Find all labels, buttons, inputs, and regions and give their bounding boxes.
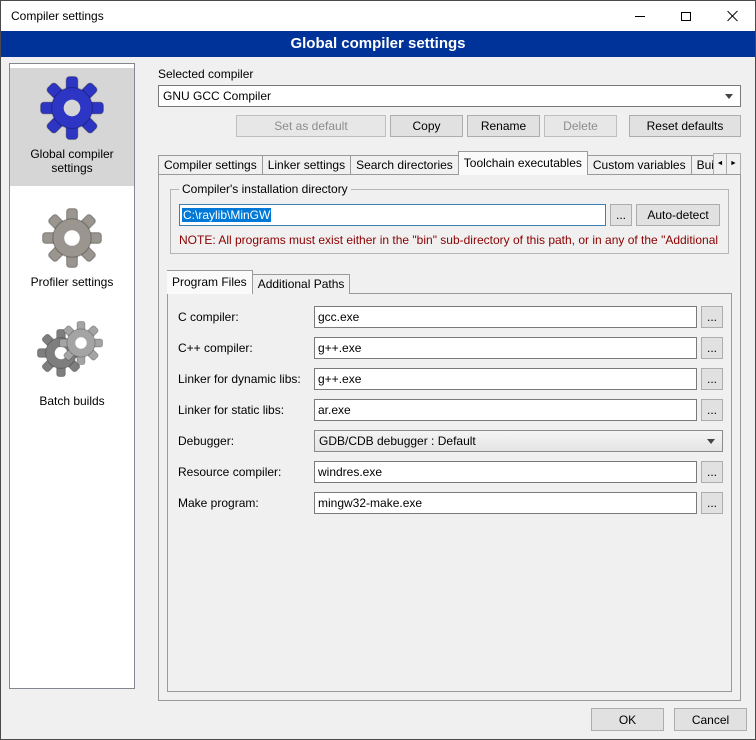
sidebar-item-label: Global compiler settings xyxy=(12,148,132,176)
gears-icon xyxy=(37,321,107,387)
gear-icon xyxy=(40,76,104,140)
sidebar-item-global-compiler-settings[interactable]: Global compiler settings xyxy=(10,68,134,186)
field-row-make-program: Make program: ... xyxy=(178,492,723,514)
dialog-footer: OK Cancel xyxy=(591,708,747,731)
tab-scroll-right-button[interactable]: ► xyxy=(727,153,741,175)
make-program-browse-button[interactable]: ... xyxy=(701,492,723,514)
sidebar-item-batch-builds[interactable]: Batch builds xyxy=(10,313,134,419)
tab-label: Linker settings xyxy=(268,158,345,172)
sidebar-item-profiler-settings[interactable]: Profiler settings xyxy=(10,200,134,300)
tab-linker-settings[interactable]: Linker settings xyxy=(263,155,351,175)
installation-directory-browse-button[interactable]: ... xyxy=(610,204,632,226)
bin-subdirectory-note: NOTE: All programs must exist either in … xyxy=(179,233,720,247)
sidebar-item-label: Batch builds xyxy=(39,395,104,409)
debugger-label: Debugger: xyxy=(178,434,314,448)
tab-program-files[interactable]: Program Files xyxy=(167,270,253,294)
cpp-compiler-input[interactable] xyxy=(314,337,697,359)
field-row-c-compiler: C compiler: ... xyxy=(178,306,723,328)
resource-compiler-input[interactable] xyxy=(314,461,697,483)
window-title: Compiler settings xyxy=(1,9,104,23)
maximize-icon xyxy=(681,12,691,21)
chevron-down-icon xyxy=(725,94,733,99)
resource-compiler-label: Resource compiler: xyxy=(178,465,314,479)
debugger-value: GDB/CDB debugger : Default xyxy=(319,434,707,448)
c-compiler-input[interactable] xyxy=(314,306,697,328)
field-row-cpp-compiler: C++ compiler: ... xyxy=(178,337,723,359)
program-files-tabstrip: Program Files Additional Paths xyxy=(167,270,732,294)
tab-label: Compiler settings xyxy=(164,158,257,172)
linker-static-browse-button[interactable]: ... xyxy=(701,399,723,421)
debugger-dropdown[interactable]: GDB/CDB debugger : Default xyxy=(314,430,723,452)
ok-button[interactable]: OK xyxy=(591,708,664,731)
window-titlebar[interactable]: Compiler settings xyxy=(1,1,755,31)
cpp-compiler-label: C++ compiler: xyxy=(178,341,314,355)
installation-directory-group: Compiler's installation directory C:\ray… xyxy=(170,189,729,254)
dialog-body: Global compiler settings Profiler settin… xyxy=(1,57,755,739)
c-compiler-label: C compiler: xyxy=(178,310,314,324)
selected-compiler-label: Selected compiler xyxy=(158,67,741,81)
close-icon xyxy=(726,10,738,22)
settings-category-sidebar: Global compiler settings Profiler settin… xyxy=(9,63,135,689)
make-program-label: Make program: xyxy=(178,496,314,510)
rename-button[interactable]: Rename xyxy=(467,115,540,137)
cpp-compiler-browse-button[interactable]: ... xyxy=(701,337,723,359)
set-as-default-button[interactable]: Set as default xyxy=(236,115,386,137)
tab-compiler-settings[interactable]: Compiler settings xyxy=(158,155,263,175)
main-panel: Selected compiler GNU GCC Compiler Set a… xyxy=(146,57,749,701)
sidebar-item-label: Profiler settings xyxy=(31,276,114,290)
installation-directory-input[interactable]: C:\raylib\MinGW xyxy=(179,204,606,226)
resource-compiler-browse-button[interactable]: ... xyxy=(701,461,723,483)
tab-label: Search directories xyxy=(356,158,453,172)
chevron-down-icon xyxy=(707,439,715,444)
tab-custom-variables[interactable]: Custom variables xyxy=(588,155,692,175)
minimize-icon xyxy=(635,16,645,17)
tab-scrollers: ◄ ► xyxy=(713,153,741,175)
c-compiler-browse-button[interactable]: ... xyxy=(701,306,723,328)
maximize-button[interactable] xyxy=(663,1,709,31)
minimize-button[interactable] xyxy=(617,1,663,31)
tab-build-options[interactable]: Builc xyxy=(692,155,713,175)
tab-scroll-left-button[interactable]: ◄ xyxy=(713,153,727,175)
tab-additional-paths[interactable]: Additional Paths xyxy=(253,274,351,294)
field-row-linker-static: Linker for static libs: ... xyxy=(178,399,723,421)
selected-compiler-value: GNU GCC Compiler xyxy=(163,89,725,103)
linker-static-input[interactable] xyxy=(314,399,697,421)
linker-static-label: Linker for static libs: xyxy=(178,403,314,417)
field-row-resource-compiler: Resource compiler: ... xyxy=(178,461,723,483)
linker-dynamic-input[interactable] xyxy=(314,368,697,390)
toolchain-executables-page: Compiler's installation directory C:\ray… xyxy=(158,174,741,701)
linker-dynamic-label: Linker for dynamic libs: xyxy=(178,372,314,386)
field-row-linker-dynamic: Linker for dynamic libs: ... xyxy=(178,368,723,390)
page-title: Global compiler settings xyxy=(1,31,755,57)
installation-directory-group-title: Compiler's installation directory xyxy=(179,182,351,196)
tab-toolchain-executables[interactable]: Toolchain executables xyxy=(458,151,588,175)
linker-dynamic-browse-button[interactable]: ... xyxy=(701,368,723,390)
program-files-page: C compiler: ... C++ compiler: ... Linker… xyxy=(167,293,732,692)
tab-label: Custom variables xyxy=(593,158,686,172)
tab-label: Additional Paths xyxy=(258,277,345,291)
installation-directory-row: C:\raylib\MinGW ... Auto-detect xyxy=(179,204,720,226)
settings-tabstrip: Compiler settings Linker settings Search… xyxy=(158,151,741,175)
reset-defaults-button[interactable]: Reset defaults xyxy=(629,115,741,137)
installation-directory-value: C:\raylib\MinGW xyxy=(182,208,271,222)
compiler-settings-dialog: Compiler settings Global compiler settin… xyxy=(0,0,756,740)
tabs: Compiler settings Linker settings Search… xyxy=(158,151,713,175)
compiler-actions: Set as default Copy Rename Delete Reset … xyxy=(158,115,741,137)
tab-label: Builc xyxy=(697,158,713,172)
close-button[interactable] xyxy=(709,1,755,31)
gear-icon xyxy=(42,208,102,268)
tab-label: Toolchain executables xyxy=(464,156,582,170)
auto-detect-button[interactable]: Auto-detect xyxy=(636,204,720,226)
tab-search-directories[interactable]: Search directories xyxy=(351,155,459,175)
field-row-debugger: Debugger: GDB/CDB debugger : Default xyxy=(178,430,723,452)
cancel-button[interactable]: Cancel xyxy=(674,708,747,731)
make-program-input[interactable] xyxy=(314,492,697,514)
tab-label: Program Files xyxy=(172,275,247,289)
selected-compiler-dropdown[interactable]: GNU GCC Compiler xyxy=(158,85,741,107)
window-controls xyxy=(617,1,755,31)
copy-button[interactable]: Copy xyxy=(390,115,463,137)
delete-button[interactable]: Delete xyxy=(544,115,617,137)
